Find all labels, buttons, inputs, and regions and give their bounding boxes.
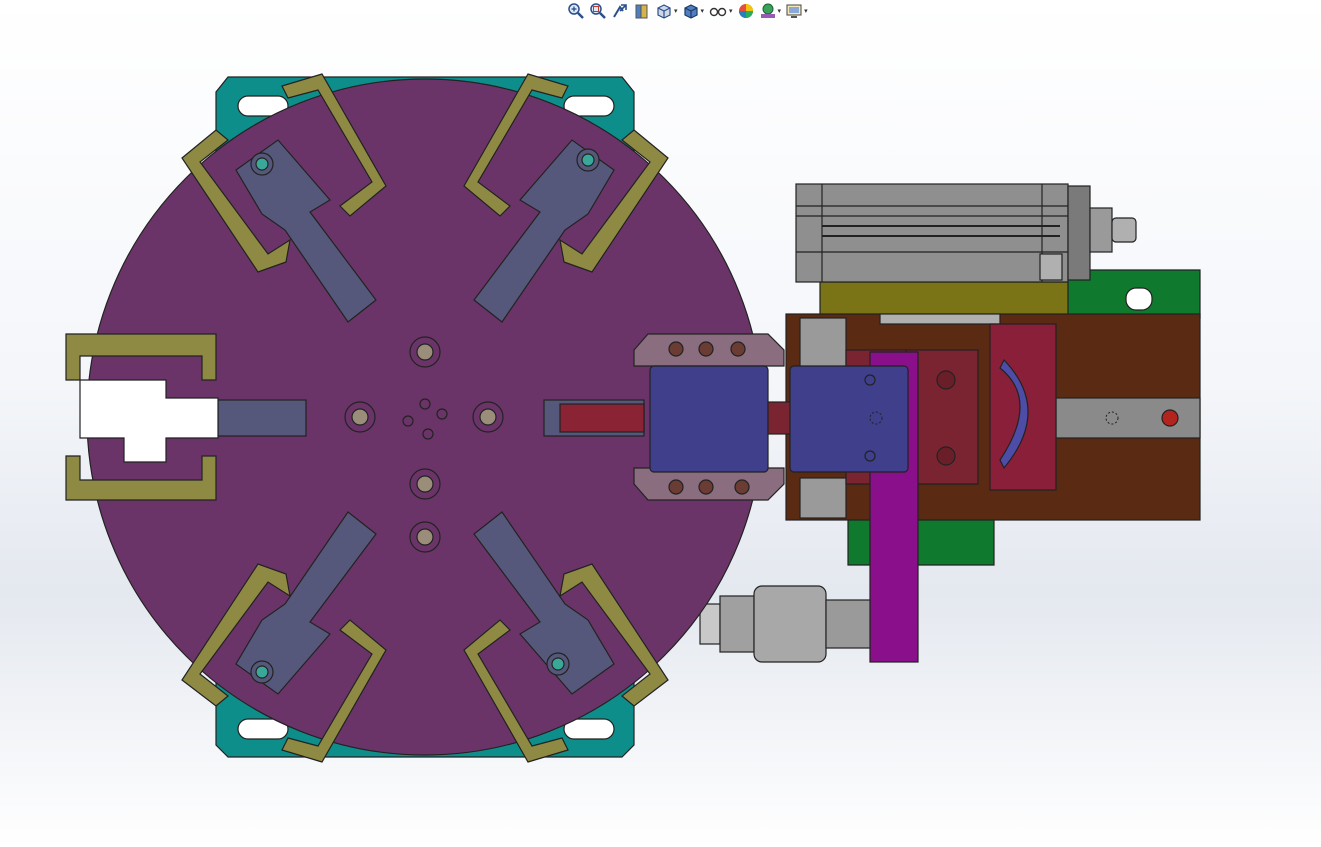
apply-scene-dropdown-caret: ▾ [777, 7, 782, 15]
hide-show-items-dropdown-caret: ▾ [729, 7, 733, 15]
apply-scene-icon [760, 3, 775, 18]
zoom-to-area-button[interactable] [588, 1, 608, 21]
view-orientation-dropdown-caret: ▾ [674, 7, 678, 15]
cad-assembly-view[interactable] [0, 22, 1321, 847]
view-settings-dropdown-caret: ▾ [804, 7, 808, 15]
section-view-icon [635, 4, 648, 19]
display-style-dropdown-caret: ▾ [700, 7, 705, 15]
pneumatic-fitting[interactable] [699, 585, 871, 663]
previous-view-button[interactable] [610, 1, 630, 21]
apply-scene-button[interactable]: ▾ [758, 1, 783, 21]
view-orientation-button[interactable]: ▾ [654, 1, 679, 21]
view-settings-icon [786, 4, 802, 18]
edit-appearance-button[interactable] [736, 1, 756, 21]
hide-show-items-button[interactable]: ▾ [707, 1, 734, 21]
view-settings-button[interactable]: ▾ [784, 1, 809, 21]
edit-appearance-icon [738, 4, 753, 18]
previous-view-icon [613, 4, 627, 18]
zoom-to-fit-button[interactable] [566, 1, 586, 21]
heads-up-view-toolbar: ▾ ▾ ▾ ▾ ▾ [566, 0, 809, 22]
zoom-to-fit-icon [568, 3, 584, 19]
view-orientation-icon [657, 4, 671, 19]
display-style-icon [683, 4, 698, 19]
graphics-area[interactable] [0, 22, 1321, 847]
hide-show-items-icon [709, 7, 727, 17]
section-view-button[interactable] [632, 1, 652, 21]
display-style-button[interactable]: ▾ [681, 1, 706, 21]
zoom-to-area-icon [590, 3, 606, 19]
